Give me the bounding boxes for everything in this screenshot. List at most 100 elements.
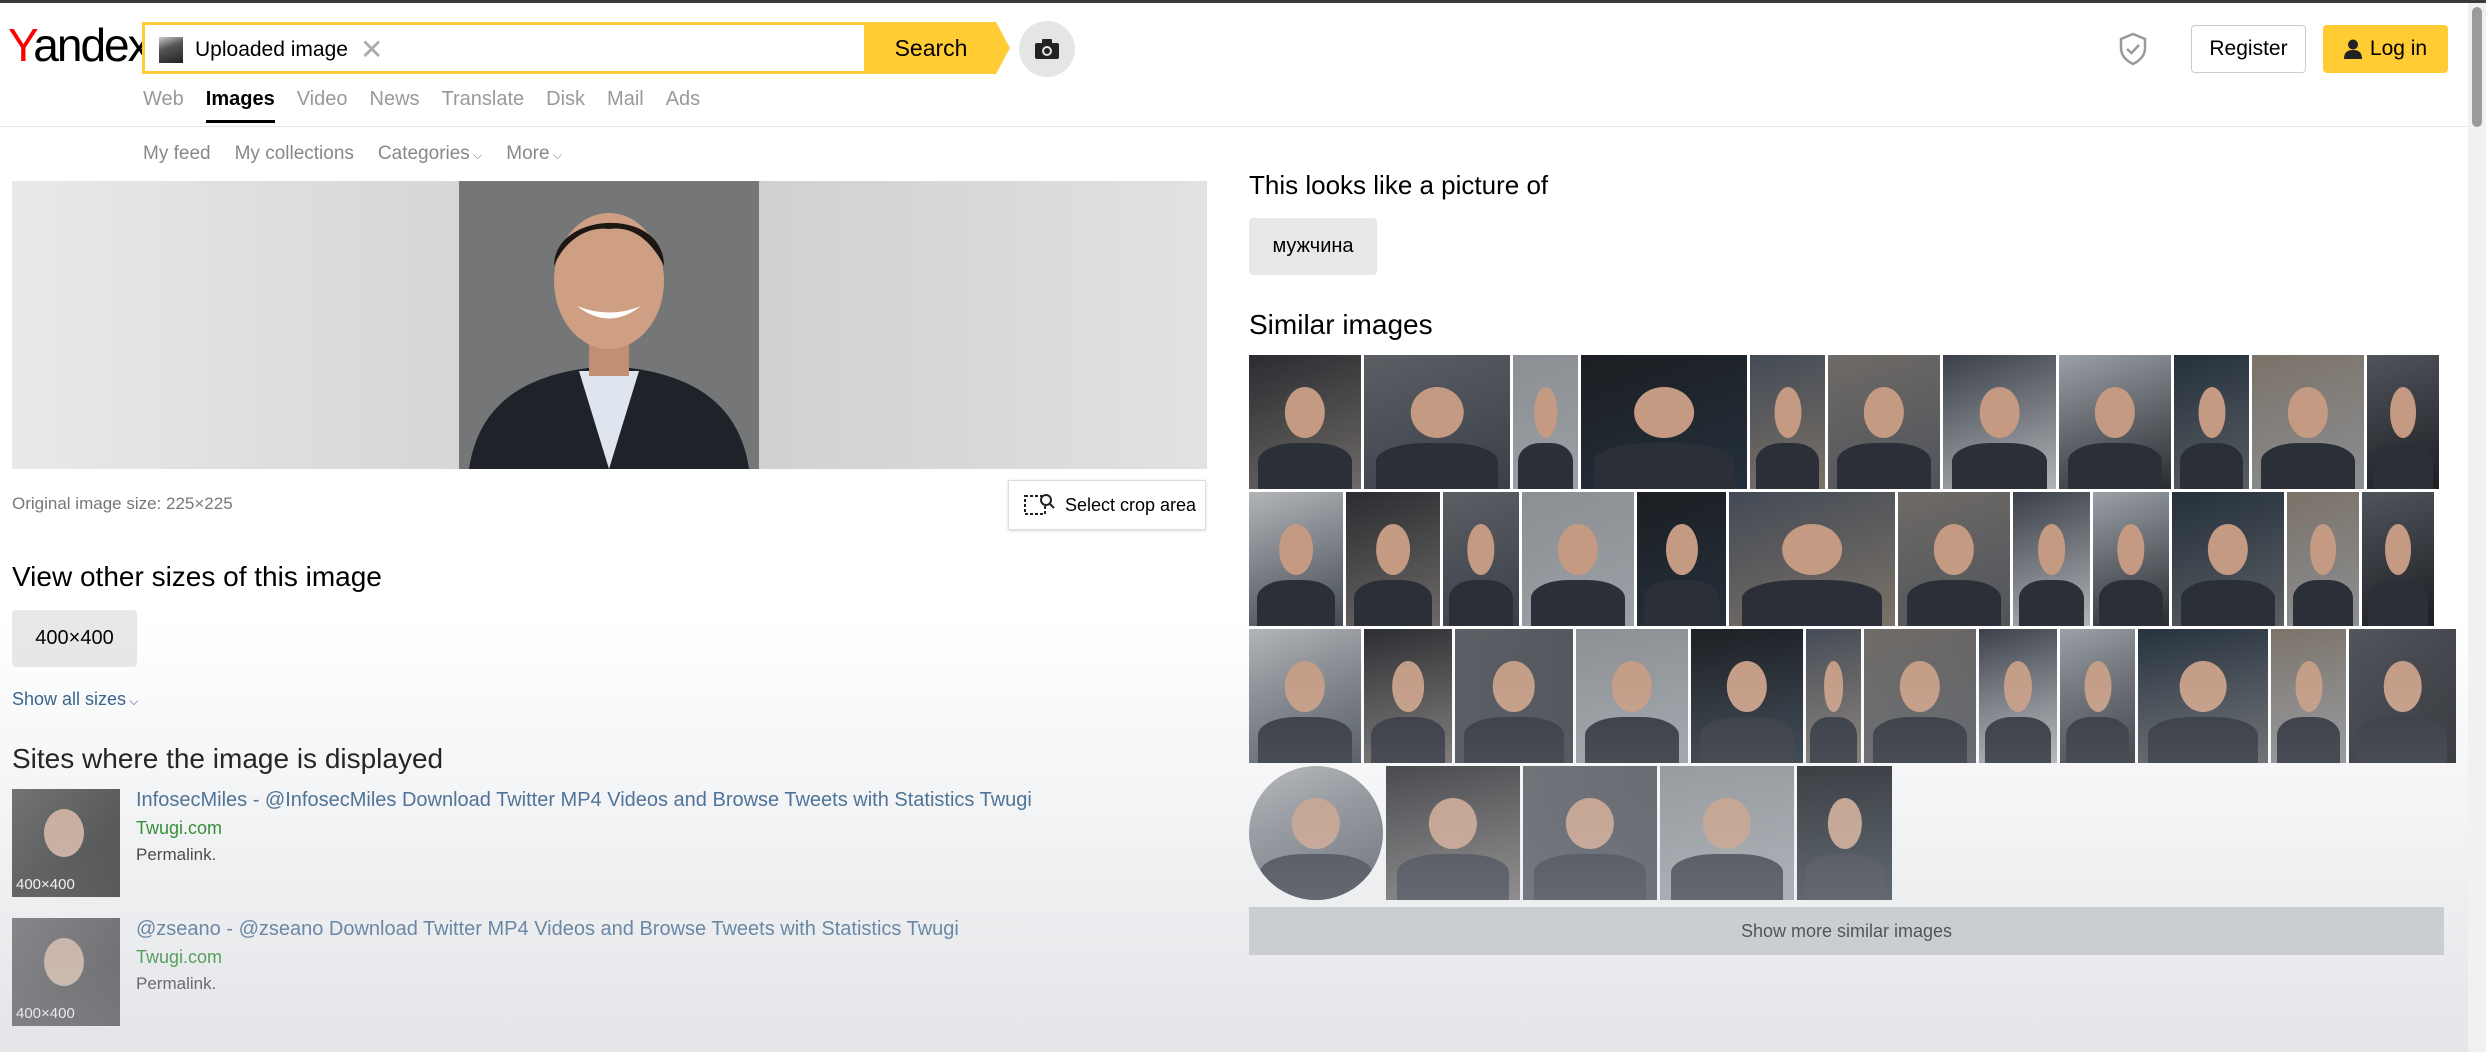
- thumbnail-face: [2117, 524, 2145, 576]
- similar-image-thumbnail[interactable]: [1581, 355, 1747, 489]
- subnav-my-collections[interactable]: My collections: [235, 143, 354, 165]
- similar-image-thumbnail[interactable]: [2093, 492, 2169, 626]
- thumbnail-face: [1376, 524, 1410, 576]
- show-more-similar-button[interactable]: Show more similar images: [1249, 907, 2444, 955]
- thumbnail-suit: [1259, 854, 1373, 900]
- similar-image-thumbnail[interactable]: [1249, 766, 1383, 900]
- thumbnail-suit: [2066, 717, 2129, 763]
- similar-image-thumbnail[interactable]: [1864, 629, 1976, 763]
- chevron-down-icon: ⌵: [469, 148, 483, 162]
- thumbnail-face: [1467, 524, 1495, 576]
- thumbnail-face: [1284, 661, 1326, 713]
- similar-image-thumbnail[interactable]: [1443, 492, 1519, 626]
- uploaded-image-preview: [12, 181, 1207, 469]
- select-crop-area-button[interactable]: Select crop area: [1008, 480, 1206, 530]
- site-permalink[interactable]: Permalink.: [136, 845, 216, 865]
- similar-image-thumbnail[interactable]: [2271, 629, 2346, 763]
- site-title-link[interactable]: @zseano - @zseano Download Twitter MP4 V…: [136, 918, 959, 941]
- similar-image-thumbnail[interactable]: [1513, 355, 1578, 489]
- close-icon[interactable]: ✕: [360, 36, 383, 64]
- yandex-logo[interactable]: Yandex: [8, 18, 151, 72]
- thumbnail-face: [1557, 524, 1599, 576]
- search-input[interactable]: Uploaded image ✕: [142, 22, 867, 74]
- shield-icon[interactable]: [2118, 32, 2148, 71]
- similar-image-thumbnail[interactable]: [1729, 492, 1895, 626]
- thumbnail-face: [1634, 387, 1694, 439]
- similar-image-thumbnail[interactable]: [1898, 492, 2010, 626]
- nav-web[interactable]: Web: [143, 88, 184, 111]
- similar-image-thumbnail[interactable]: [2059, 355, 2171, 489]
- similar-image-thumbnail[interactable]: [1364, 355, 1510, 489]
- thumbnail-face: [1979, 387, 2020, 439]
- similar-image-thumbnail[interactable]: [2060, 629, 2135, 763]
- site-thumbnail[interactable]: 400×400: [12, 789, 120, 897]
- similar-image-thumbnail[interactable]: [1386, 766, 1520, 900]
- user-icon: [2343, 39, 2362, 59]
- show-all-sizes-link[interactable]: Show all sizes ⌵: [12, 689, 138, 710]
- similar-image-thumbnail[interactable]: [1943, 355, 2056, 489]
- similar-image-thumbnail[interactable]: [2349, 629, 2456, 763]
- thumbnail-suit: [2148, 717, 2258, 763]
- thumbnail-suit: [2357, 717, 2448, 763]
- register-button[interactable]: Register: [2191, 25, 2306, 73]
- similar-image-thumbnail[interactable]: [1346, 492, 1440, 626]
- subnav-categories[interactable]: Categories ⌵: [378, 143, 482, 165]
- camera-icon[interactable]: [1019, 21, 1075, 77]
- similar-image-thumbnail[interactable]: [1660, 766, 1794, 900]
- site-permalink[interactable]: Permalink.: [136, 974, 216, 994]
- scrollbar[interactable]: [2468, 3, 2486, 1052]
- similar-image-thumbnail[interactable]: [1249, 492, 1343, 626]
- similar-image-thumbnail[interactable]: [2013, 492, 2090, 626]
- thumbnail-face: [2207, 524, 2249, 576]
- nav-video[interactable]: Video: [297, 88, 348, 111]
- similar-image-thumbnail[interactable]: [1979, 629, 2057, 763]
- uploaded-image-chip[interactable]: Uploaded image ✕: [159, 36, 383, 64]
- similar-image-thumbnail[interactable]: [1364, 629, 1452, 763]
- thumbnail-face: [1565, 798, 1615, 850]
- nav-mail[interactable]: Mail: [607, 88, 644, 111]
- similar-image-thumbnail[interactable]: [1455, 629, 1573, 763]
- thumbnail-suit: [1584, 717, 1680, 763]
- site-domain-link[interactable]: Twugi.com: [136, 947, 222, 968]
- similar-image-thumbnail[interactable]: [1750, 355, 1825, 489]
- nav-translate[interactable]: Translate: [442, 88, 525, 111]
- similar-image-thumbnail[interactable]: [2252, 355, 2364, 489]
- thumbnail-face: [2383, 661, 2422, 713]
- scrollbar-thumb[interactable]: [2472, 7, 2482, 127]
- uploaded-image[interactable]: [459, 181, 759, 469]
- similar-image-thumbnail[interactable]: [1249, 355, 1361, 489]
- nav-news[interactable]: News: [370, 88, 420, 111]
- similar-image-thumbnail[interactable]: [2367, 355, 2439, 489]
- similar-image-thumbnail[interactable]: [1249, 629, 1361, 763]
- similar-image-thumbnail[interactable]: [1637, 492, 1726, 626]
- nav-disk[interactable]: Disk: [546, 88, 585, 111]
- subnav-my-feed[interactable]: My feed: [143, 143, 211, 165]
- similar-image-thumbnail[interactable]: [1806, 629, 1861, 763]
- similar-image-thumbnail[interactable]: [2362, 492, 2434, 626]
- search-button[interactable]: Search: [866, 22, 1010, 74]
- thumbnail-face: [1823, 661, 1844, 713]
- similar-image-thumbnail[interactable]: [1522, 492, 1634, 626]
- nav-ads[interactable]: Ads: [666, 88, 700, 111]
- site-title-link[interactable]: InfosecMiles - @InfosecMiles Download Tw…: [136, 789, 1032, 812]
- similar-image-thumbnail[interactable]: [1523, 766, 1657, 900]
- thumbnail-suit: [1699, 717, 1795, 763]
- thumbnail-suit: [1906, 580, 2002, 626]
- similar-image-thumbnail[interactable]: [1576, 629, 1688, 763]
- nav-images[interactable]: Images: [205, 88, 275, 123]
- login-button[interactable]: Log in: [2323, 25, 2448, 73]
- object-tag-button[interactable]: мужчина: [1249, 218, 1377, 275]
- size-400-button[interactable]: 400×400: [12, 610, 137, 667]
- similar-image-thumbnail[interactable]: [2138, 629, 2268, 763]
- similar-images-row: [1249, 492, 2434, 626]
- similar-image-thumbnail[interactable]: [1797, 766, 1892, 900]
- similar-image-thumbnail[interactable]: [1828, 355, 1940, 489]
- similar-image-thumbnail[interactable]: [1691, 629, 1803, 763]
- similar-image-thumbnail[interactable]: [2174, 355, 2249, 489]
- subnav-more[interactable]: More ⌵: [506, 143, 562, 165]
- site-domain-link[interactable]: Twugi.com: [136, 818, 222, 839]
- similar-image-thumbnail[interactable]: [2172, 492, 2284, 626]
- similar-image-thumbnail[interactable]: [2287, 492, 2359, 626]
- thumbnail-suit: [1756, 443, 1819, 489]
- site-thumbnail[interactable]: 400×400: [12, 918, 120, 1026]
